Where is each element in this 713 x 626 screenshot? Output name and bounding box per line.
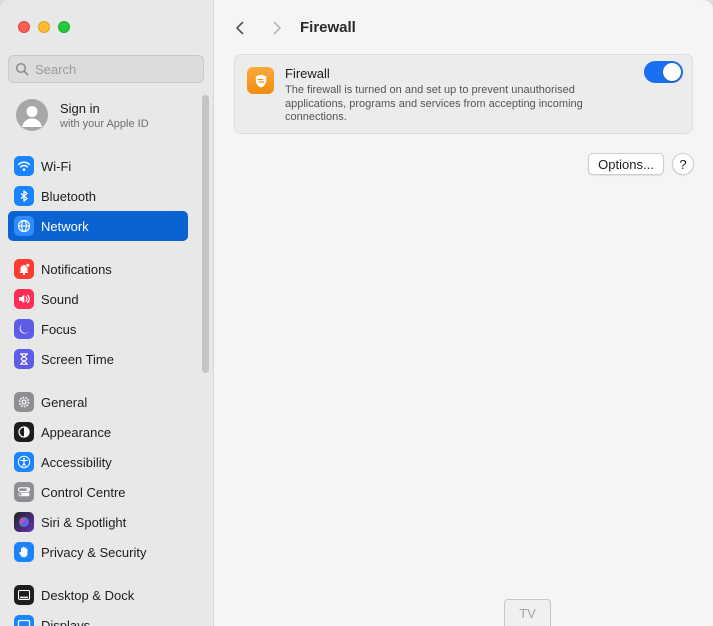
- hand-icon: [14, 542, 34, 562]
- sidebar-item-label: Desktop & Dock: [41, 587, 135, 603]
- moon-icon: [14, 319, 34, 339]
- sidebar-item-screen-time[interactable]: Screen Time: [8, 344, 188, 374]
- back-button[interactable]: [230, 18, 250, 38]
- accessibility-icon: [14, 452, 34, 472]
- sidebar-item-label: Privacy & Security: [41, 544, 147, 560]
- sidebar-item-displays[interactable]: Displays: [8, 610, 188, 626]
- siri-icon: [14, 512, 34, 532]
- wifi-icon: [14, 156, 34, 176]
- gear-icon: [14, 392, 34, 412]
- main-pane: Firewall Firewall The firewall is turned…: [215, 0, 713, 626]
- sidebar-item-label: Control Centre: [41, 484, 126, 500]
- hourglass-icon: [14, 349, 34, 369]
- sidebar-group-connectivity: Wi-Fi Bluetooth Network: [8, 151, 188, 241]
- sidebar-group-system: General Appearance Accessibility Control…: [8, 387, 188, 567]
- sidebar-item-label: Accessibility: [41, 454, 112, 470]
- sidebar-item-desktop-dock[interactable]: Desktop & Dock: [8, 580, 188, 610]
- person-icon: [22, 106, 42, 127]
- sidebar-item-bluetooth[interactable]: Bluetooth: [8, 181, 188, 211]
- sidebar-item-notifications[interactable]: Notifications: [8, 254, 188, 284]
- close-window-button[interactable]: [18, 21, 30, 33]
- minimize-window-button[interactable]: [38, 21, 50, 33]
- settings-window: Sign in with your Apple ID Wi-Fi Bluetoo…: [0, 0, 713, 626]
- signin-title: Sign in: [60, 100, 100, 116]
- chevron-right-icon: [273, 21, 281, 35]
- display-icon: [14, 615, 34, 626]
- window-controls: [18, 21, 70, 33]
- bell-icon: [14, 259, 34, 279]
- firewall-icon: [247, 67, 274, 94]
- sidebar-item-control-centre[interactable]: Control Centre: [8, 477, 188, 507]
- page-title: Firewall: [300, 19, 356, 36]
- sidebar-item-label: Notifications: [41, 261, 112, 277]
- search-icon: [15, 62, 29, 76]
- sidebar-item-label: Bluetooth: [41, 188, 96, 204]
- firewall-card: Firewall The firewall is turned on and s…: [234, 54, 693, 134]
- sidebar-item-label: General: [41, 394, 88, 410]
- firewall-description: The firewall is turned on and set up to …: [285, 84, 583, 123]
- sidebar-item-label: Screen Time: [41, 351, 114, 367]
- appearance-icon: [14, 422, 34, 442]
- bluetooth-icon: [14, 186, 34, 206]
- speaker-icon: [14, 289, 34, 309]
- sidebar-item-network[interactable]: Network: [8, 211, 188, 241]
- sidebar-item-label: Appearance: [41, 424, 112, 440]
- sidebar: Sign in with your Apple ID Wi-Fi Bluetoo…: [0, 0, 214, 626]
- apple-id-signin[interactable]: Sign in with your Apple ID: [16, 99, 149, 131]
- sidebar-group-notifications: Notifications Sound Focus Screen Time: [8, 254, 188, 374]
- toolbar: Firewall: [215, 0, 713, 55]
- sidebar-item-label: Displays: [41, 617, 91, 626]
- sidebar-item-privacy-security[interactable]: Privacy & Security: [8, 537, 188, 567]
- sidebar-item-accessibility[interactable]: Accessibility: [8, 447, 188, 477]
- signin-subtitle: with your Apple ID: [60, 117, 149, 130]
- dock-icon: [14, 585, 34, 605]
- search-input[interactable]: [35, 61, 195, 77]
- sidebar-item-appearance[interactable]: Appearance: [8, 417, 188, 447]
- avatar: [16, 99, 48, 131]
- help-button[interactable]: ?: [672, 153, 694, 175]
- firewall-title: Firewall: [285, 66, 330, 81]
- sidebar-item-siri-spotlight[interactable]: Siri & Spotlight: [8, 507, 188, 537]
- sidebar-group-desktop: Desktop & Dock Displays: [8, 580, 188, 626]
- firewall-toggle[interactable]: [644, 61, 683, 83]
- sidebar-item-label: Wi-Fi: [41, 158, 72, 174]
- sidebar-item-label: Siri & Spotlight: [41, 514, 127, 530]
- tv-tooltip: TV: [504, 599, 551, 626]
- sidebar-item-focus[interactable]: Focus: [8, 314, 188, 344]
- sidebar-item-label: Network: [41, 218, 89, 234]
- sidebar-item-label: Sound: [41, 291, 79, 307]
- zoom-window-button[interactable]: [58, 21, 70, 33]
- globe-icon: [14, 216, 34, 236]
- sidebar-item-label: Focus: [41, 321, 77, 337]
- toggle-knob: [663, 63, 681, 81]
- chevron-left-icon: [236, 21, 244, 35]
- forward-button[interactable]: [267, 18, 287, 38]
- sidebar-item-general[interactable]: General: [8, 387, 188, 417]
- control-centre-icon: [14, 482, 34, 502]
- options-button[interactable]: Options...: [588, 153, 664, 175]
- search-field[interactable]: [8, 55, 204, 83]
- sidebar-item-wifi[interactable]: Wi-Fi: [8, 151, 188, 181]
- sidebar-scrollbar[interactable]: [202, 95, 209, 373]
- sidebar-item-sound[interactable]: Sound: [8, 284, 188, 314]
